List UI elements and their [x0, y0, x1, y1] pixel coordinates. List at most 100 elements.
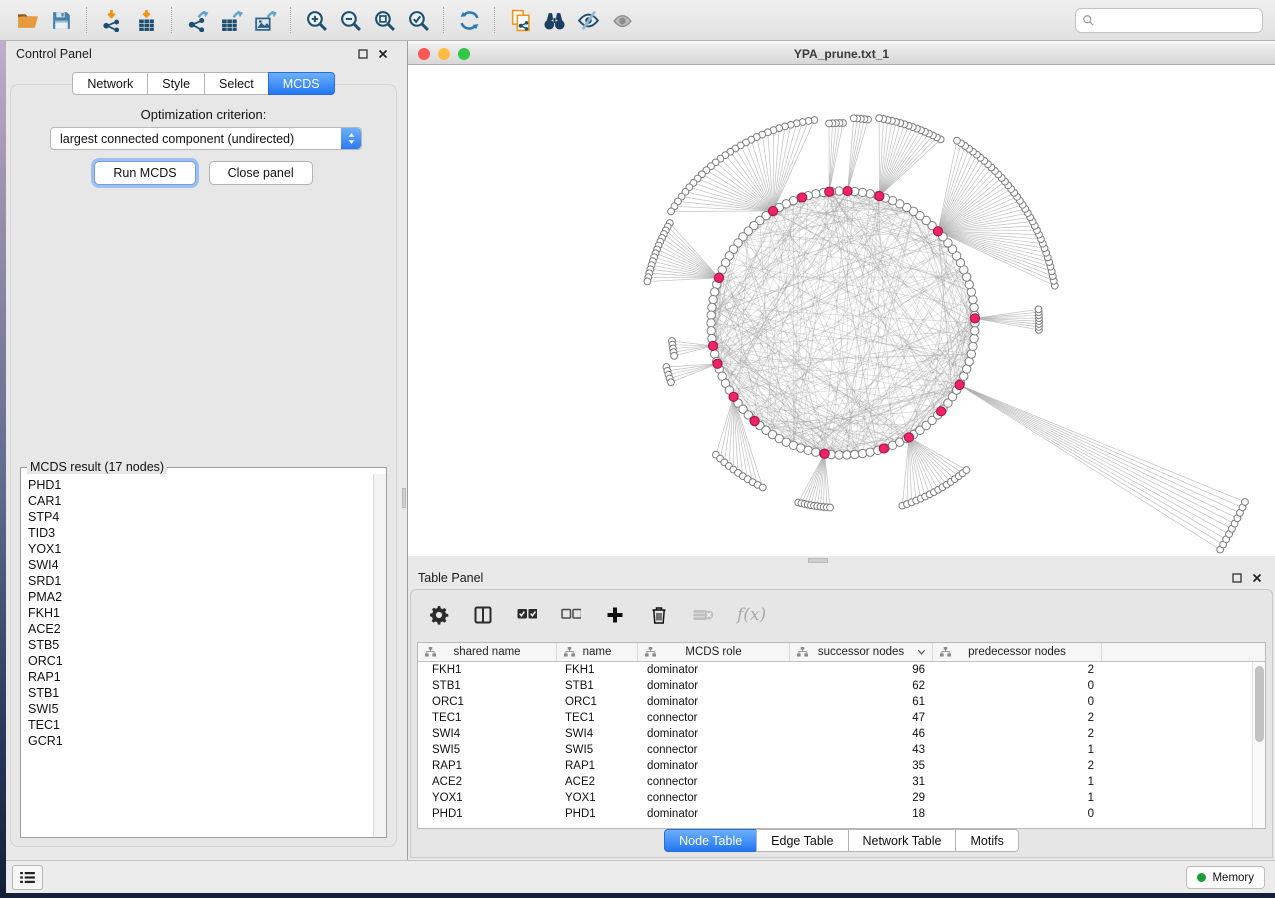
- network-node[interactable]: [710, 288, 718, 296]
- table-tab-network-table[interactable]: Network Table: [848, 829, 957, 852]
- close-panel-icon[interactable]: [375, 46, 391, 62]
- network-graph[interactable]: [408, 65, 1275, 556]
- tab-style[interactable]: Style: [147, 72, 205, 95]
- table-cell[interactable]: dominator: [638, 758, 790, 774]
- horizontal-splitter-handle[interactable]: [808, 558, 828, 563]
- zoom-selected-button[interactable]: [401, 5, 435, 35]
- table-cell[interactable]: 2: [933, 726, 1102, 742]
- zoom-in-button[interactable]: [299, 5, 333, 35]
- mcds-network-node[interactable]: [729, 392, 738, 401]
- mcds-network-node[interactable]: [904, 433, 913, 442]
- show-columns-button[interactable]: [473, 605, 493, 625]
- network-node[interactable]: [668, 208, 675, 215]
- network-node[interactable]: [851, 450, 859, 458]
- network-node[interactable]: [866, 190, 874, 198]
- table-settings-button[interactable]: [429, 605, 449, 625]
- table-cell[interactable]: TEC1: [418, 710, 557, 726]
- table-tab-motifs[interactable]: Motifs: [955, 829, 1018, 852]
- table-cell[interactable]: RAP1: [418, 758, 557, 774]
- mcds-network-node[interactable]: [843, 186, 852, 195]
- zoom-out-button[interactable]: [333, 5, 367, 35]
- network-node[interactable]: [969, 342, 977, 350]
- mcds-result-item[interactable]: TID3: [28, 525, 386, 541]
- network-node[interactable]: [826, 120, 833, 127]
- float-panel-icon[interactable]: [355, 46, 371, 62]
- open-file-button[interactable]: [10, 5, 44, 35]
- mcds-result-item[interactable]: RAP1: [28, 669, 386, 685]
- mcds-result-item[interactable]: FKH1: [28, 605, 386, 621]
- mcds-network-node[interactable]: [750, 416, 759, 425]
- mcds-network-node[interactable]: [970, 314, 979, 323]
- table-row[interactable]: STB1STB1dominator620: [418, 678, 1265, 694]
- table-cell[interactable]: STB1: [557, 678, 638, 694]
- table-cell[interactable]: SWI5: [418, 742, 557, 758]
- mcds-result-item[interactable]: STB1: [28, 685, 386, 701]
- network-node[interactable]: [827, 504, 834, 511]
- column-header-successor-nodes[interactable]: successor nodes: [790, 643, 933, 661]
- mcds-result-item[interactable]: STB5: [28, 637, 386, 653]
- network-node[interactable]: [954, 137, 961, 144]
- table-row[interactable]: SWI5SWI5connector431: [418, 742, 1265, 758]
- table-scrollbar[interactable]: [1252, 662, 1265, 828]
- export-network-button[interactable]: [180, 5, 214, 35]
- table-cell[interactable]: dominator: [638, 726, 790, 742]
- table-scrollbar-thumb[interactable]: [1255, 666, 1264, 742]
- network-node[interactable]: [876, 115, 883, 122]
- table-cell[interactable]: 31: [790, 774, 933, 790]
- table-cell[interactable]: 29: [790, 790, 933, 806]
- table-cell[interactable]: dominator: [638, 662, 790, 678]
- import-network-button[interactable]: [95, 5, 129, 35]
- table-cell[interactable]: FKH1: [557, 662, 638, 678]
- table-cell[interactable]: 0: [933, 694, 1102, 710]
- tab-select[interactable]: Select: [204, 72, 269, 95]
- network-node[interactable]: [644, 278, 651, 285]
- table-cell[interactable]: 46: [790, 726, 933, 742]
- table-cell[interactable]: TEC1: [557, 710, 638, 726]
- table-cell[interactable]: 2: [933, 758, 1102, 774]
- table-cell[interactable]: connector: [638, 790, 790, 806]
- search-box[interactable]: [1075, 8, 1263, 33]
- table-cell[interactable]: PHD1: [418, 806, 557, 822]
- tab-mcds[interactable]: MCDS: [268, 72, 335, 95]
- delete-entry-button[interactable]: [649, 605, 669, 625]
- table-cell[interactable]: ORC1: [418, 694, 557, 710]
- column-header-predecessor-nodes[interactable]: predecessor nodes: [933, 643, 1102, 661]
- deselect-all-button[interactable]: [561, 605, 581, 625]
- network-node[interactable]: [804, 446, 812, 454]
- network-node[interactable]: [759, 484, 766, 491]
- network-node[interactable]: [709, 295, 717, 303]
- network-node[interactable]: [1035, 306, 1042, 313]
- table-cell[interactable]: connector: [638, 710, 790, 726]
- table-tab-node-table[interactable]: Node Table: [664, 829, 757, 852]
- table-cell[interactable]: 47: [790, 710, 933, 726]
- vertical-splitter-handle[interactable]: [402, 488, 406, 508]
- network-node[interactable]: [858, 188, 866, 196]
- table-cell[interactable]: SWI4: [557, 726, 638, 742]
- table-cell[interactable]: 2: [933, 710, 1102, 726]
- search-input[interactable]: [1095, 14, 1256, 28]
- network-node[interactable]: [812, 190, 820, 198]
- table-row[interactable]: ACE2ACE2connector311: [418, 774, 1265, 790]
- network-node[interactable]: [668, 379, 675, 386]
- table-cell[interactable]: dominator: [638, 678, 790, 694]
- table-row[interactable]: YOX1YOX1connector291: [418, 790, 1265, 806]
- first-neighbors-button[interactable]: [537, 5, 571, 35]
- mcds-network-node[interactable]: [933, 227, 942, 236]
- network-node[interactable]: [967, 350, 975, 358]
- network-node[interactable]: [858, 449, 866, 457]
- network-node[interactable]: [843, 451, 851, 459]
- network-node[interactable]: [708, 303, 716, 311]
- mcds-network-node[interactable]: [879, 444, 888, 453]
- table-tab-edge-table[interactable]: Edge Table: [756, 829, 848, 852]
- table-cell[interactable]: PHD1: [557, 806, 638, 822]
- network-node[interactable]: [969, 295, 977, 303]
- run-mcds-button[interactable]: Run MCDS: [94, 161, 195, 185]
- table-row[interactable]: PHD1PHD1dominator180: [418, 806, 1265, 822]
- table-cell[interactable]: 96: [790, 662, 933, 678]
- network-node[interactable]: [812, 448, 820, 456]
- vertical-splitter[interactable]: [401, 41, 408, 860]
- table-cell[interactable]: 0: [933, 678, 1102, 694]
- refresh-layout-button[interactable]: [452, 5, 486, 35]
- table-cell[interactable]: 62: [790, 678, 933, 694]
- float-table-panel-icon[interactable]: [1229, 570, 1245, 586]
